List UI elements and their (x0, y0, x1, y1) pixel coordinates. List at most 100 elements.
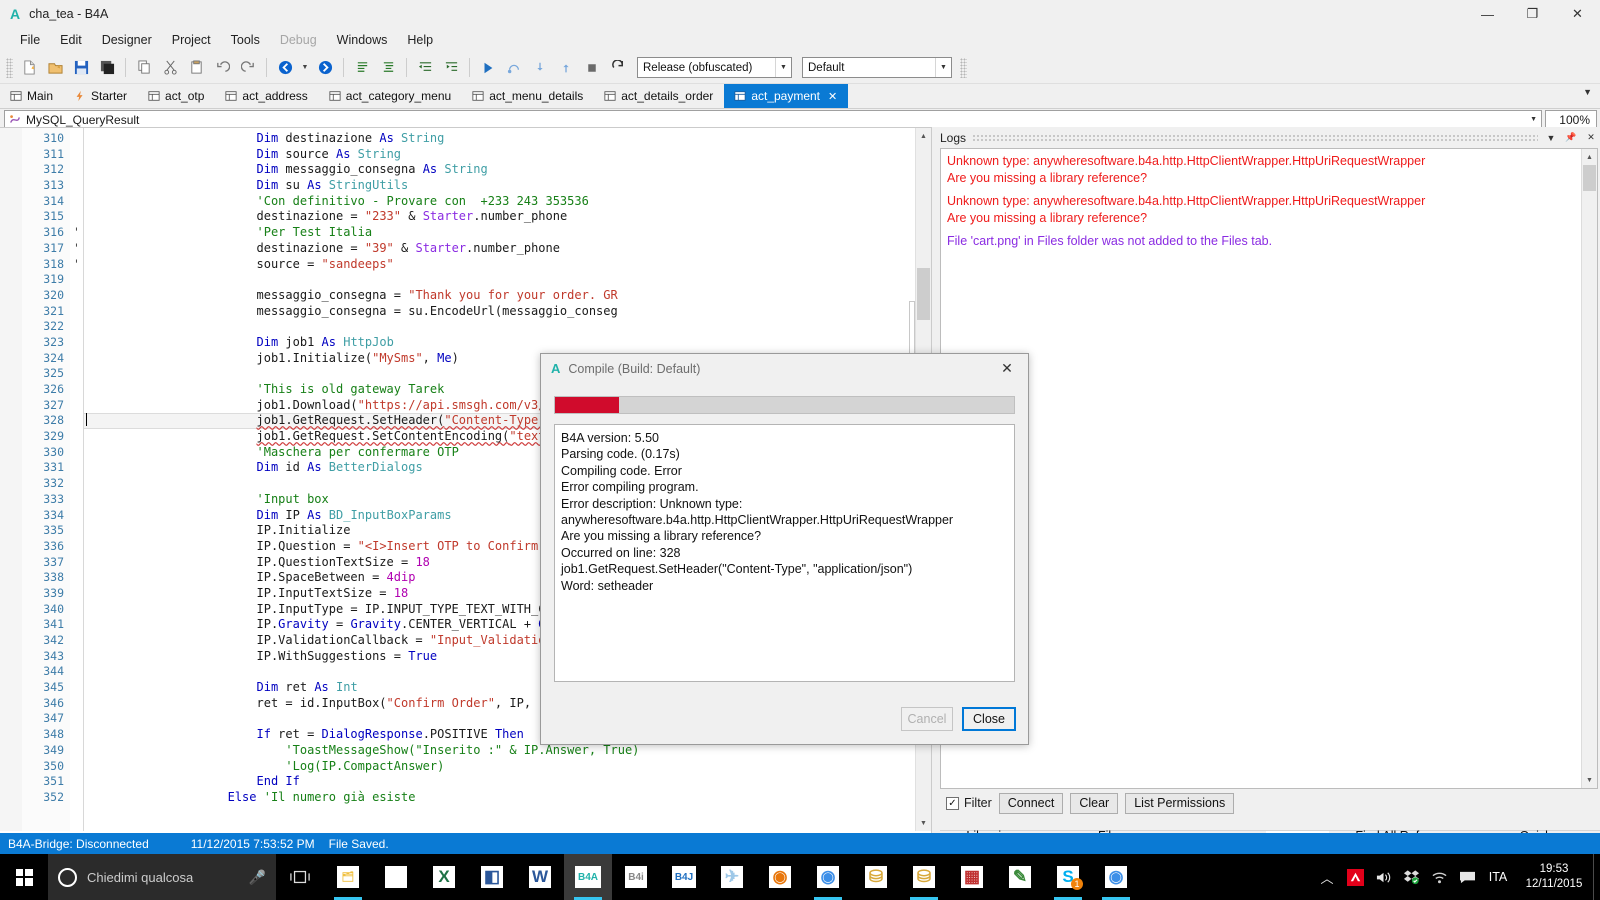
undo-icon[interactable] (210, 56, 234, 80)
indent-icon[interactable] (439, 56, 463, 80)
code-line[interactable]: End If (84, 774, 931, 790)
code-line[interactable]: destinazione = "39" & Starter.number_pho… (84, 241, 931, 257)
chevron-down-icon[interactable]: ▼ (1544, 133, 1558, 143)
line-marker[interactable] (70, 664, 83, 680)
chevron-down-icon[interactable]: ▼ (1530, 116, 1537, 123)
line-marker[interactable]: ' (70, 225, 83, 241)
line-marker[interactable] (70, 288, 83, 304)
line-marker[interactable] (70, 398, 83, 414)
connect-button[interactable]: Connect (998, 792, 1064, 814)
outdent-icon[interactable] (413, 56, 437, 80)
chevron-down-icon[interactable]: ▼ (1583, 87, 1592, 97)
line-marker[interactable] (70, 711, 83, 727)
cortana-search-box[interactable]: Chiedimi qualcosa 🎤 (48, 854, 276, 900)
code-line[interactable]: source = "sandeeps" (84, 257, 931, 273)
line-marker[interactable] (70, 759, 83, 775)
tab-main[interactable]: Main (0, 84, 64, 108)
chevron-down-icon[interactable]: ▼ (775, 58, 791, 77)
menu-designer[interactable]: Designer (92, 30, 162, 50)
menu-tools[interactable]: Tools (221, 30, 270, 50)
code-line[interactable]: destinazione = "233" & Starter.number_ph… (84, 209, 931, 225)
line-marker[interactable] (70, 413, 83, 429)
breakpoint-gutter[interactable]: ' ' ' (70, 128, 84, 831)
code-line[interactable]: messaggio_consegna = su.EncodeUrl(messag… (84, 304, 931, 320)
line-marker[interactable] (70, 178, 83, 194)
line-marker[interactable] (70, 492, 83, 508)
code-line[interactable]: Else 'Il numero già esiste (84, 790, 931, 806)
scroll-up-button[interactable]: ▲ (916, 128, 931, 144)
fold-gutter[interactable] (0, 128, 22, 831)
back-navigate-icon[interactable] (273, 56, 297, 80)
notepad-icon[interactable]: ✎ (996, 854, 1044, 900)
line-marker[interactable] (70, 649, 83, 665)
back-dropdown-icon[interactable]: ▼ (299, 56, 311, 80)
config-select[interactable]: Default ▼ (802, 57, 952, 78)
line-marker[interactable] (70, 209, 83, 225)
line-marker[interactable] (70, 508, 83, 524)
line-marker[interactable] (70, 680, 83, 696)
tab-act-category-menu[interactable]: act_category_menu (319, 84, 462, 108)
paste-icon[interactable] (184, 56, 208, 80)
calculator-icon[interactable]: ⌸ (372, 854, 420, 900)
close-button[interactable]: Close (962, 707, 1016, 731)
line-marker[interactable] (70, 586, 83, 602)
pin-icon[interactable]: 📌 (1564, 132, 1578, 143)
filter-checkbox[interactable]: ✓ (946, 796, 959, 810)
line-marker[interactable] (70, 555, 83, 571)
save-all-icon[interactable] (95, 56, 119, 80)
windows-start-icon[interactable] (0, 854, 48, 900)
line-marker[interactable] (70, 382, 83, 398)
action-center-icon[interactable] (1453, 854, 1481, 900)
stop-icon[interactable] (580, 56, 604, 80)
chrome-icon[interactable]: ◉ (804, 854, 852, 900)
maximize-restore-button[interactable]: ❐ (1510, 0, 1555, 28)
filezilla-icon[interactable]: ✈ (708, 854, 756, 900)
line-marker[interactable] (70, 351, 83, 367)
redo-icon[interactable] (236, 56, 260, 80)
show-desktop-button[interactable] (1593, 854, 1600, 900)
tab-starter[interactable]: Starter (64, 84, 138, 108)
toolbar-grip[interactable] (6, 57, 13, 78)
list-permissions-button[interactable]: List Permissions (1125, 792, 1235, 814)
line-marker[interactable]: ' (70, 257, 83, 273)
menu-help[interactable]: Help (397, 30, 443, 50)
dropbox-icon[interactable] (1397, 854, 1425, 900)
step-over-icon[interactable] (502, 56, 526, 80)
logs-vertical-scrollbar[interactable]: ▲ ▼ (1581, 149, 1597, 788)
line-marker[interactable] (70, 460, 83, 476)
speaker-icon[interactable] (1369, 854, 1397, 900)
close-window-button[interactable]: ✕ (1555, 0, 1600, 28)
b4a-icon[interactable]: B4A (564, 854, 612, 900)
line-marker[interactable] (70, 633, 83, 649)
firefox-icon[interactable]: ◉ (756, 854, 804, 900)
menu-windows[interactable]: Windows (327, 30, 398, 50)
line-marker[interactable] (70, 774, 83, 790)
b4i-icon[interactable]: B4i (612, 854, 660, 900)
line-marker[interactable] (70, 617, 83, 633)
line-marker[interactable] (70, 570, 83, 586)
code-line[interactable]: messaggio_consegna = "Thank you for your… (84, 288, 931, 304)
scroll-thumb[interactable] (1583, 165, 1596, 191)
build-mode-select[interactable]: Release (obfuscated) ▼ (637, 57, 792, 78)
chrome2-icon[interactable]: ◉ (1092, 854, 1140, 900)
panel-grip[interactable] (972, 134, 1538, 141)
comment-block-icon[interactable] (350, 56, 374, 80)
code-line[interactable]: Dim su As StringUtils (84, 178, 931, 194)
chevron-up-icon[interactable]: ︿ (1313, 854, 1341, 900)
line-marker[interactable] (70, 539, 83, 555)
microphone-icon[interactable]: 🎤 (249, 869, 266, 886)
code-line[interactable]: Dim destinazione As String (84, 131, 931, 147)
tab-act-payment[interactable]: act_payment ✕ (724, 84, 849, 108)
filter-checkbox-group[interactable]: ✓ Filter (946, 796, 992, 810)
studio-icon[interactable]: ▦ (948, 854, 996, 900)
line-marker[interactable] (70, 162, 83, 178)
clear-button[interactable]: Clear (1070, 792, 1119, 814)
open-project-icon[interactable] (43, 56, 67, 80)
task-view-icon[interactable] (276, 854, 324, 900)
code-line[interactable]: 'ToastMessageShow("Inserito :" & IP.Answ… (84, 743, 931, 759)
line-marker[interactable] (70, 790, 83, 806)
line-marker[interactable] (70, 335, 83, 351)
line-marker[interactable] (70, 743, 83, 759)
line-marker[interactable] (70, 319, 83, 335)
line-marker[interactable]: ' (70, 241, 83, 257)
